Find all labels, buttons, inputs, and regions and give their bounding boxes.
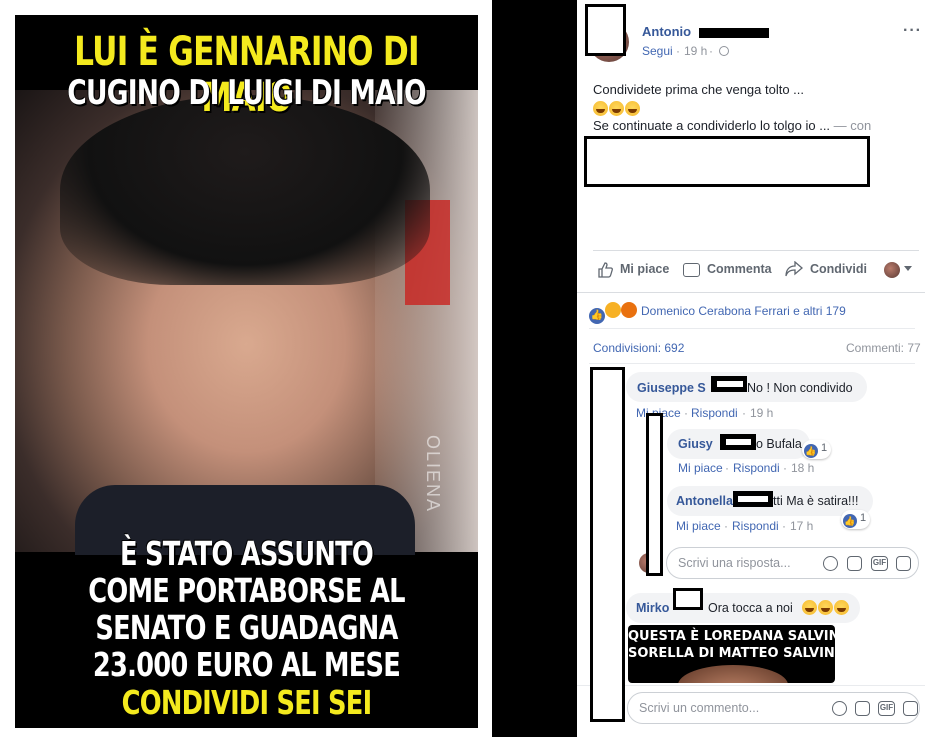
laughing-emoji-icon [609, 101, 624, 116]
comment-icon [683, 263, 700, 277]
sticker-icon[interactable] [903, 701, 918, 716]
comment-reply-link[interactable]: Rispondi [691, 406, 738, 420]
comments-count[interactable]: Commenti: 77 [846, 341, 921, 355]
reply-reply-link[interactable]: Rispondi [733, 461, 780, 475]
divider [593, 250, 919, 251]
reply-like-link[interactable]: Mi piace [678, 461, 723, 475]
reaction-icons[interactable]: 👍 [589, 302, 637, 324]
separator: · [742, 406, 746, 420]
rofl-emoji-icon [802, 600, 817, 615]
comment-emojis [802, 599, 850, 617]
portrait-hair [60, 95, 430, 285]
like-button[interactable]: Mi piace [620, 262, 669, 276]
reply-time[interactable]: 18 h [791, 461, 814, 475]
like-count: 1 [821, 442, 828, 454]
comment-image-text: QUESTA È LOREDANA SALVINI, [628, 629, 835, 644]
laughing-emoji-icon [593, 101, 608, 116]
rofl-emoji-icon [818, 600, 833, 615]
post-text-line: Se continuate a condividerlo lo tolgo io… [593, 118, 871, 133]
redaction-box [585, 4, 626, 56]
post-separator: · [709, 44, 713, 58]
photo-watermark: OLIENA [423, 435, 443, 514]
divider [577, 685, 925, 686]
separator: · [782, 519, 786, 533]
reply-input-placeholder: Scrivi una risposta... [678, 556, 791, 570]
reply-text: tti Ma è satira!!! [773, 494, 859, 508]
redaction-box [590, 367, 625, 722]
tagged-with-label: — con [833, 118, 872, 133]
separator: · [783, 461, 787, 475]
divider [589, 363, 915, 364]
gif-icon[interactable]: GIF [871, 556, 888, 571]
thumbs-up-icon [597, 262, 613, 278]
redaction-inner [726, 439, 751, 445]
like-reaction-icon: 👍 [589, 308, 605, 324]
reply-like-count[interactable]: 👍 1 [802, 440, 832, 459]
separator: · [724, 519, 728, 533]
reply-reply-link[interactable]: Rispondi [732, 519, 779, 533]
comment-image-text: SORELLA DI MATTEO SALVINI [628, 646, 835, 661]
post-timestamp[interactable]: 19 h [684, 44, 707, 58]
shares-count[interactable]: Condivisioni: 692 [593, 341, 684, 355]
meme-call-to-action: CONDIVIDI SEI SEI INDIGNATO!!! [121, 683, 373, 728]
reply-like-link[interactable]: Mi piace [676, 519, 721, 533]
post-image[interactable]: LUI È GENNARINO DI MAIO CUGINO DI LUIGI … [15, 15, 478, 728]
comment-author[interactable]: Mirko [636, 601, 669, 615]
reactions-summary[interactable]: Domenico Cerabona Ferrari e altri 179 [641, 304, 846, 318]
comment-time[interactable]: 19 h [750, 406, 773, 420]
comment-image[interactable]: QUESTA È LOREDANA SALVINI, SORELLA DI MA… [628, 625, 835, 683]
post-text-content: Se continuate a condividerlo lo tolgo io… [593, 118, 831, 133]
redaction-box [673, 588, 703, 610]
emoji-icon[interactable] [832, 701, 847, 716]
post-emojis [593, 100, 641, 118]
like-count: 1 [860, 512, 867, 524]
separator: · [725, 461, 729, 475]
haha-reaction-icon [605, 302, 621, 318]
redaction-inner [717, 381, 743, 387]
redaction-box [646, 413, 663, 576]
reply-author[interactable]: Antonella [676, 494, 733, 508]
emoji-icon[interactable] [823, 556, 838, 571]
camera-icon[interactable] [847, 556, 862, 571]
comment-author[interactable]: Giuseppe S [637, 381, 706, 395]
share-button[interactable]: Condividi [810, 262, 867, 276]
redaction-inner [738, 496, 768, 502]
angry-reaction-icon [621, 302, 637, 318]
reply-input[interactable]: Scrivi una risposta... GIF [666, 547, 919, 579]
comment-button[interactable]: Commenta [707, 262, 772, 276]
redaction-bar [699, 28, 769, 38]
rofl-emoji-icon [834, 600, 849, 615]
meme-body-text: È STATO ASSUNTO COME PORTABORSE AL SENAT… [88, 534, 405, 684]
post-author-name[interactable]: Antonio [642, 24, 691, 39]
meme-subheadline: CUGINO DI LUIGI DI MAIO [67, 73, 426, 113]
sticker-icon[interactable] [896, 556, 911, 571]
divider [589, 328, 915, 329]
separator: · [684, 406, 688, 420]
camera-icon[interactable] [855, 701, 870, 716]
gif-icon[interactable]: GIF [878, 701, 895, 716]
comment-image-photo [678, 665, 788, 683]
post-separator: · [676, 44, 680, 58]
follow-link[interactable]: Segui [642, 44, 673, 58]
post-side-panel: Antonio Segui · 19 h · ··· Condividete p… [577, 0, 925, 737]
reply-like-count[interactable]: 👍 1 [841, 510, 871, 529]
reply-author[interactable]: Giusy [678, 437, 713, 451]
reply-time[interactable]: 17 h [790, 519, 813, 533]
laughing-emoji-icon [625, 101, 640, 116]
audience-globe-icon[interactable] [719, 46, 729, 56]
comment-input[interactable]: Scrivi un commento... GIF [627, 692, 920, 724]
chevron-down-icon[interactable] [904, 266, 912, 271]
post-text-line: Condividete prima che venga tolto ... [593, 82, 805, 97]
like-reaction-icon: 👍 [843, 514, 857, 528]
comment-text: Ora tocca a noi [708, 601, 793, 615]
share-icon [785, 260, 803, 277]
post-image-panel: LUI È GENNARINO DI MAIO CUGINO DI LUIGI … [0, 0, 492, 737]
comment-text: No ! Non condivido [747, 381, 853, 395]
more-dots-icon[interactable]: ··· [903, 22, 922, 40]
like-reaction-icon: 👍 [804, 444, 818, 458]
redaction-box [584, 136, 870, 187]
comment-input-placeholder: Scrivi un commento... [639, 701, 760, 715]
reply-text: o Bufala [756, 437, 802, 451]
actor-avatar[interactable] [884, 262, 900, 278]
